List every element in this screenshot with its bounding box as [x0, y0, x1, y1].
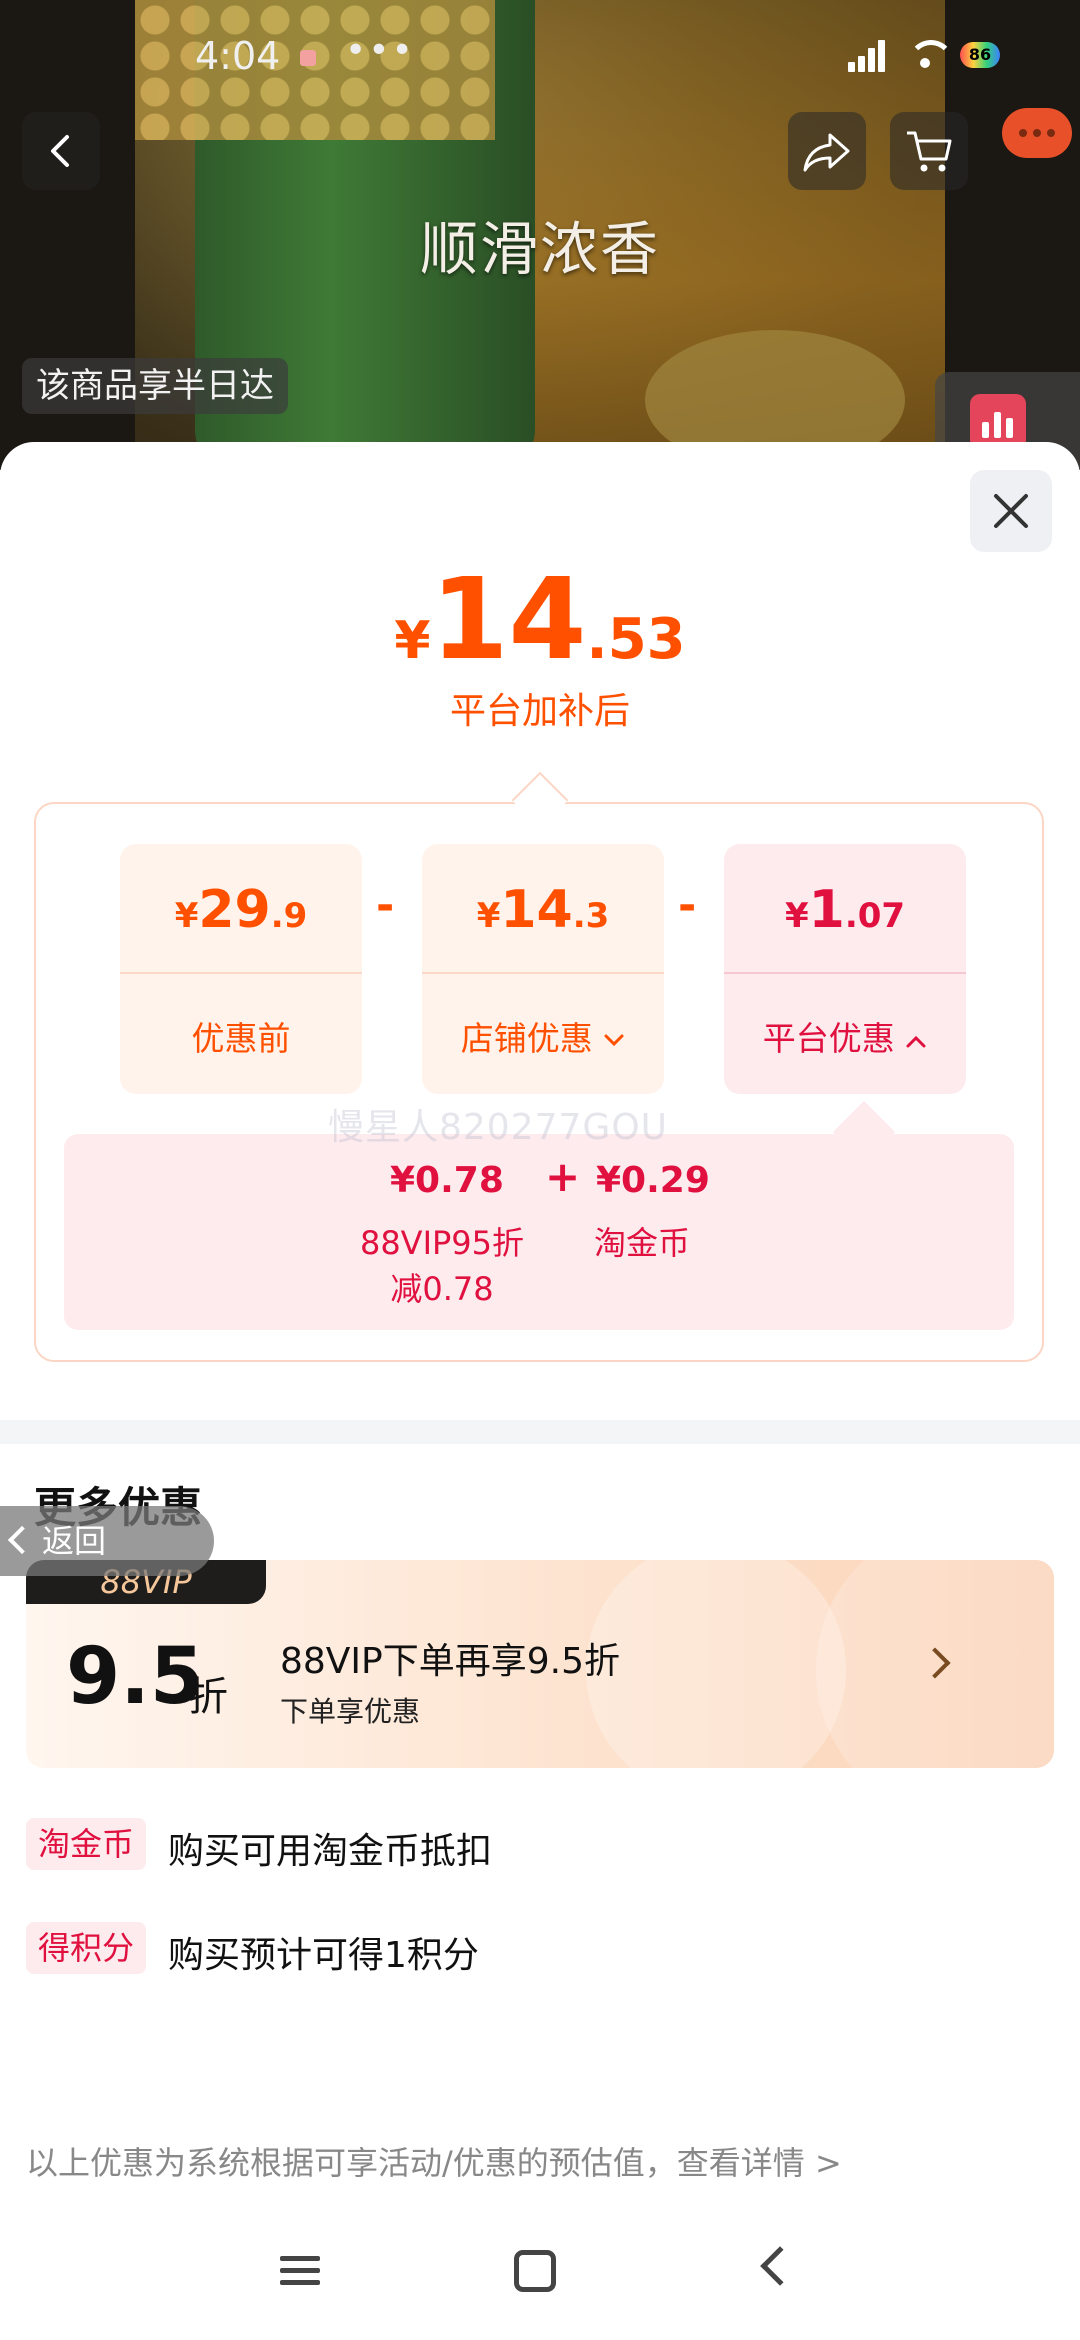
cart-button[interactable] — [890, 112, 968, 190]
chevron-down-icon — [604, 1034, 624, 1046]
chevron-left-icon — [7, 1525, 37, 1555]
card-label: 店铺优惠 — [460, 1019, 593, 1058]
share-icon — [803, 133, 850, 172]
close-icon — [994, 494, 1028, 528]
wifi-icon — [906, 38, 954, 72]
price-decimal: .53 — [586, 607, 686, 672]
card-decimal: .3 — [572, 896, 610, 936]
card-label: 优惠前 — [191, 1019, 291, 1058]
coin-discount-value: ¥0.29 — [596, 1160, 710, 1201]
card-decimal: .9 — [270, 896, 308, 936]
cart-icon — [907, 131, 952, 172]
back-icon — [51, 135, 69, 167]
status-time: 4:04 — [195, 34, 281, 78]
card-integer: 1 — [808, 880, 845, 940]
points-row-text: 购买预计可得1积分 — [168, 1935, 479, 1976]
card-platform-discount[interactable]: ¥1.07 平台优惠 — [724, 844, 966, 1094]
platform-detail-box — [64, 1134, 1014, 1330]
section-divider — [0, 1420, 1080, 1444]
card-integer: 29 — [198, 880, 271, 940]
card-label-row: 平台优惠 — [724, 1012, 966, 1060]
coin-row-text: 购买可用淘金币抵扣 — [168, 1831, 493, 1872]
vip-offer-title: 88VIP下单再享9.5折 — [280, 1641, 621, 1682]
price-integer: 14 — [430, 555, 587, 685]
vip-discount-unit: 折 — [188, 1674, 228, 1720]
price-currency: ¥ — [394, 611, 431, 671]
card-decimal: .07 — [844, 896, 906, 936]
plus-operator: + — [545, 1152, 581, 1201]
card-currency: ¥ — [174, 896, 199, 936]
system-back-icon[interactable] — [760, 2246, 800, 2286]
close-button[interactable] — [970, 470, 1052, 552]
signal-icon — [848, 38, 892, 72]
points-tag: 得积分 — [26, 1922, 147, 1974]
battery-icon: 86 — [960, 42, 1000, 68]
card-currency: ¥ — [476, 896, 501, 936]
minus-operator: - — [376, 880, 395, 931]
status-more: ••• — [345, 30, 415, 71]
coin-tag: 淘金币 — [26, 1818, 147, 1870]
back-button[interactable] — [22, 112, 100, 190]
vip-discount-label: 88VIP95折 减0.78 — [352, 1220, 532, 1312]
watermark: 慢星人820277GOU — [328, 1107, 669, 1148]
delivery-badge: 该商品享半日达 — [22, 358, 288, 414]
menu-icon[interactable] — [280, 2252, 322, 2288]
coin-discount-label: 淘金币 — [594, 1224, 691, 1262]
back-float-button[interactable]: 返回 — [0, 1506, 214, 1576]
hero-caption: 顺滑浓香 — [419, 215, 660, 283]
chat-icon[interactable] — [1002, 108, 1072, 158]
card-integer: 14 — [500, 880, 573, 940]
vip-discount-number: 9.5 — [66, 1632, 205, 1722]
product-image-area[interactable]: 4:04 ••• 86 顺滑浓香 该商品享半日达 — [0, 0, 1080, 470]
system-nav-bar — [0, 2220, 1080, 2340]
notification-icon — [300, 50, 316, 66]
vip-discount-line2: 减0.78 — [390, 1270, 494, 1308]
home-icon[interactable] — [514, 2250, 556, 2292]
status-bar: 4:04 ••• 86 — [0, 30, 1080, 90]
vip-discount-line1: 88VIP95折 — [359, 1224, 525, 1262]
card-currency: ¥ — [784, 896, 809, 936]
vip-discount-value: ¥0.78 — [390, 1160, 504, 1201]
chevron-up-icon — [906, 1035, 926, 1047]
minus-operator: - — [678, 880, 697, 931]
details-link[interactable]: 以上优惠为系统根据可享活动/优惠的预估值，查看详情 > — [26, 2138, 842, 2184]
final-price: ¥14.53 — [0, 555, 1080, 685]
card-store-discount[interactable]: ¥14.3 店铺优惠 — [422, 844, 664, 1094]
vip-offer-subtitle: 下单享优惠 — [280, 1695, 421, 1728]
card-label: 平台优惠 — [762, 1019, 895, 1058]
share-button[interactable] — [788, 112, 866, 190]
back-float-label: 返回 — [42, 1522, 107, 1560]
card-label-row: 店铺优惠 — [422, 1012, 664, 1060]
price-subtitle: 平台加补后 — [449, 691, 630, 732]
card-original-price: ¥29.9 优惠前 — [120, 844, 362, 1094]
